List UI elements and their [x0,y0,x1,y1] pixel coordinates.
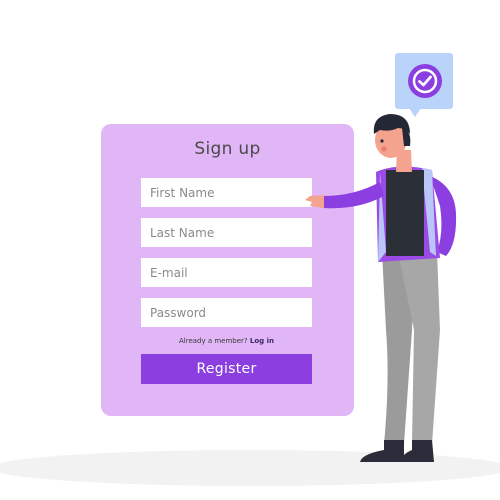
person-hand [305,195,324,208]
email-placeholder: E-mail [150,265,188,280]
checkmark-icon [412,68,438,94]
login-link[interactable]: Log in [250,337,274,345]
password-placeholder: Password [150,305,207,320]
check-badge [408,64,442,98]
member-text: Already a member? [178,337,248,345]
first-name-placeholder: First Name [150,185,215,200]
person-cheek [381,146,387,152]
person-figure [305,114,457,462]
last-name-placeholder: Last Name [150,225,215,240]
person-left-shoe [360,440,404,462]
person-shirt [386,170,424,256]
first-name-field[interactable]: First Name [141,178,312,207]
person-eye [380,139,384,143]
signup-illustration: Sign up First Name Last Name E-mail Pass… [0,0,500,500]
register-label: Register [196,361,257,377]
member-prompt: Already a member? Log in [141,337,312,345]
register-button[interactable]: Register [141,354,312,384]
password-field[interactable]: Password [141,298,312,327]
person-right-shoe [400,440,434,462]
last-name-field[interactable]: Last Name [141,218,312,247]
email-field[interactable]: E-mail [141,258,312,287]
person-pointing-arm [324,182,384,209]
